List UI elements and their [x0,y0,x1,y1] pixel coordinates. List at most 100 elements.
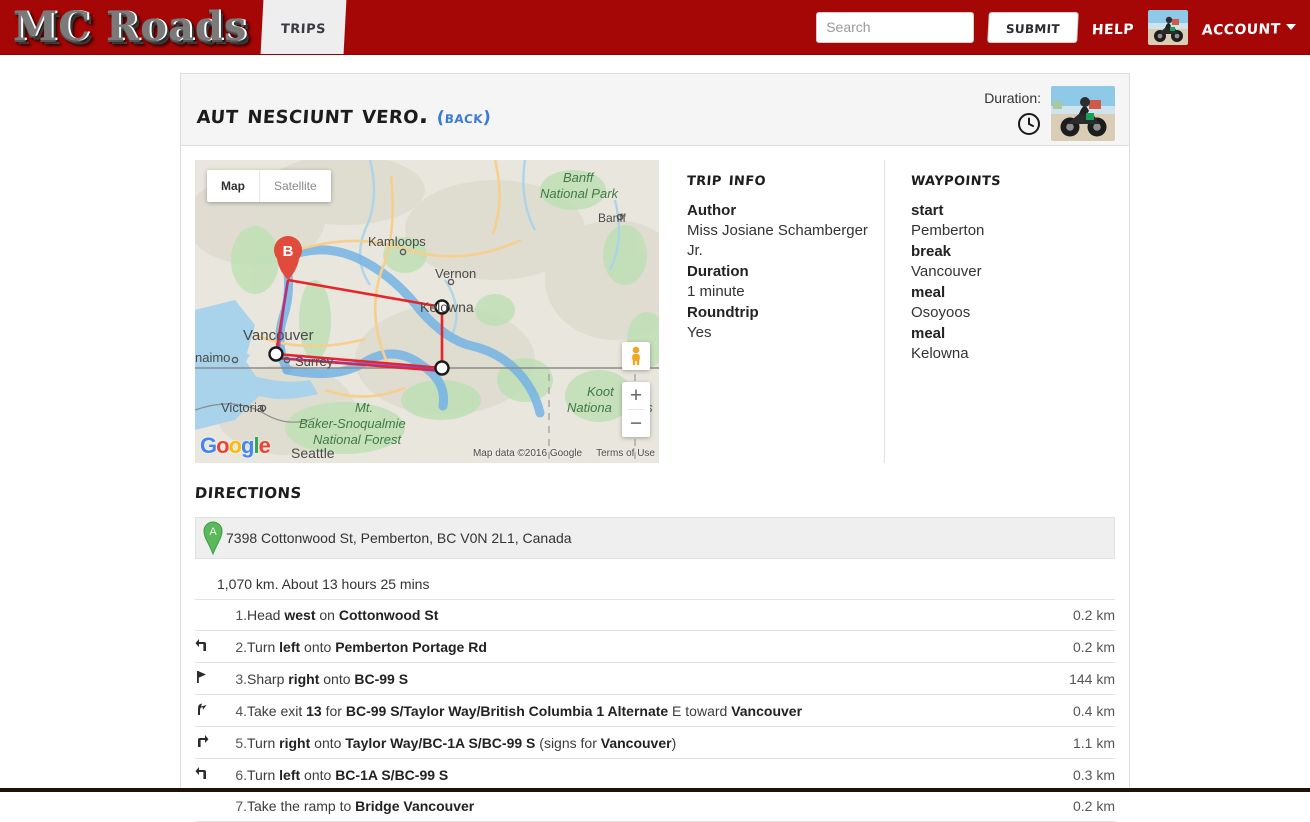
waypoint-place-1: Pemberton [911,221,1099,241]
step-text-5: Turn right onto Taylor Way/BC-1A S/BC-99… [247,727,1015,759]
bottom-edge-strip [0,788,1310,792]
step-number-4: 4. [221,695,247,727]
table-row[interactable]: 7. Take the ramp to Bridge Vancouver 0.2… [195,791,1115,822]
waypoints-panel: Waypoints start Pemberton break Vancouve… [884,160,1099,463]
table-row[interactable]: 6. Turn left onto BC-1A S/BC-99 S 0.3 km [195,759,1115,791]
table-row[interactable]: 5. Turn right onto Taylor Way/BC-1A S/BC… [195,727,1115,759]
clock-icon [984,112,1041,141]
google-logo: Google [200,433,270,459]
account-menu[interactable]: Account [1202,15,1296,39]
map-zoom-control[interactable]: + − [622,382,650,437]
svg-text:B: B [283,243,294,260]
trip-panel: Aut nesciunt vero.(Back) Duration: [180,73,1130,792]
waypoint-type-3: meal [911,283,1099,303]
search-input[interactable] [816,12,974,43]
table-row[interactable]: 3. Sharp right onto BC-99 S 144 km [195,663,1115,695]
map-pin-a-icon: A [203,521,223,558]
step-distance-1: 0.2 km [1015,600,1115,631]
step-distance-2: 0.2 km [1015,631,1115,663]
step-text-1: Head west on Cottonwood St [247,600,1015,631]
page-title: Aut nesciunt vero.(Back) [196,100,492,129]
step-html-3: Sharp right onto BC-99 S [247,671,408,687]
step-text-4: Take exit 13 for BC-99 S/Taylor Way/Brit… [247,695,1015,727]
ramp-right-icon [195,695,221,727]
step-html-7: Take the ramp to Bridge Vancouver [247,798,474,814]
street-view-pegman-icon[interactable] [622,342,650,370]
step-distance-7: 0.2 km [1015,791,1115,822]
trip-info-heading: Trip Info [686,168,875,190]
table-row[interactable]: 4. Take exit 13 for BC-99 S/Taylor Way/B… [195,695,1115,727]
step-html-5: Turn right onto Taylor Way/BC-1A S/BC-99… [247,735,676,751]
submit-button[interactable]: Submit [987,12,1079,43]
table-row[interactable]: 2. Turn left onto Pemberton Portage Rd 0… [195,631,1115,663]
svg-text:A: A [209,526,217,538]
help-link[interactable]: Help [1092,15,1135,40]
map-data-attribution: Map data ©2016 Google [473,448,582,459]
waypoints-heading: Waypoints [910,168,1100,190]
waypoint-type-1: start [911,201,1099,221]
step-text-7: Take the ramp to Bridge Vancouver [247,791,1015,822]
map-attribution: Map data ©2016 Google Terms of Use [473,448,655,459]
back-link[interactable]: (Back) [436,108,492,128]
motorcycle-avatar-icon[interactable] [1148,10,1188,45]
trip-info-value-duration: 1 minute [687,282,874,302]
duration-box: Duration: [984,86,1115,141]
nav-tab-trips[interactable]: Trips [261,0,347,54]
directions-heading: Directions [194,479,1116,503]
brand-logo[interactable]: MC Roads [0,0,262,54]
table-row[interactable]: 1. Head west on Cottonwood St 0.2 km [195,600,1115,631]
duration-label: Duration: [984,90,1041,106]
trip-info-panel: Trip Info Author Miss Josiane Schamberge… [659,160,874,463]
step-icon-7 [195,791,221,822]
map-type-satellite[interactable]: Satellite [260,170,331,202]
step-html-4: Take exit 13 for BC-99 S/Taylor Way/Brit… [247,703,802,719]
step-html-1: Head west on Cottonwood St [247,607,438,623]
step-distance-5: 1.1 km [1015,727,1115,759]
trip-photo-icon[interactable] [1051,86,1115,141]
map-type-control[interactable]: Map Satellite [207,170,331,202]
step-number-6: 6. [221,759,247,791]
step-number-1: 1. [221,600,247,631]
step-number-5: 5. [221,727,247,759]
account-label[interactable]: Account [1202,14,1282,39]
navbar-right-group: Submit Help Account [816,0,1310,54]
step-number-7: 7. [221,791,247,822]
panel-header: Aut nesciunt vero.(Back) Duration: [181,74,1129,146]
trip-info-key-duration: Duration [687,262,874,282]
terms-of-use-link[interactable]: Terms of Use [596,448,655,459]
step-distance-3: 144 km [1015,663,1115,695]
step-distance-6: 0.3 km [1015,759,1115,791]
waypoint-type-4: meal [911,324,1099,344]
turn-left-icon [195,631,221,663]
map-type-map[interactable]: Map [207,170,260,202]
origin-address-bar: A 7398 Cottonwood St, Pemberton, BC V0N … [195,517,1115,559]
step-number-2: 2. [221,631,247,663]
trip-info-key-roundtrip: Roundtrip [687,303,874,323]
route-summary: 1,070 km. About 13 hours 25 mins [195,569,1115,600]
waypoint-place-4: Kelowna [911,344,1099,364]
waypoint-place-2: Vancouver [911,262,1099,282]
step-icon-1 [195,600,221,631]
waypoint-place-3: Osoyoos [911,303,1099,323]
turn-right-icon [195,727,221,759]
duration-label-wrap: Duration: [984,86,1041,141]
turn-left-icon [195,759,221,791]
step-text-6: Turn left onto BC-1A S/BC-99 S [247,759,1015,791]
trip-info-value-author: Miss Josiane Schamberger Jr. [687,221,874,261]
zoom-in-button[interactable]: + [622,382,650,409]
origin-address-text: 7398 Cottonwood St, Pemberton, BC V0N 2L… [226,530,572,546]
step-text-2: Turn left onto Pemberton Portage Rd [247,631,1015,663]
trip-info-value-roundtrip: Yes [687,323,874,343]
trip-info-key-author: Author [687,201,874,221]
caret-down-icon [1286,24,1296,30]
directions-section: Directions A 7398 Cottonwood St, Pembert… [181,463,1129,822]
sharp-right-icon [195,663,221,695]
trip-map[interactable]: B Kamloops Vernon Kelowna Vancouver Surr… [195,160,659,463]
zoom-out-button[interactable]: − [622,410,650,437]
step-html-2: Turn left onto Pemberton Portage Rd [247,639,487,655]
waypoint-type-2: break [911,242,1099,262]
step-html-6: Turn left onto BC-1A S/BC-99 S [247,767,448,783]
step-number-3: 3. [221,663,247,695]
step-distance-4: 0.4 km [1015,695,1115,727]
top-navbar: MC Roads Trips Submit Help Account [0,0,1310,55]
